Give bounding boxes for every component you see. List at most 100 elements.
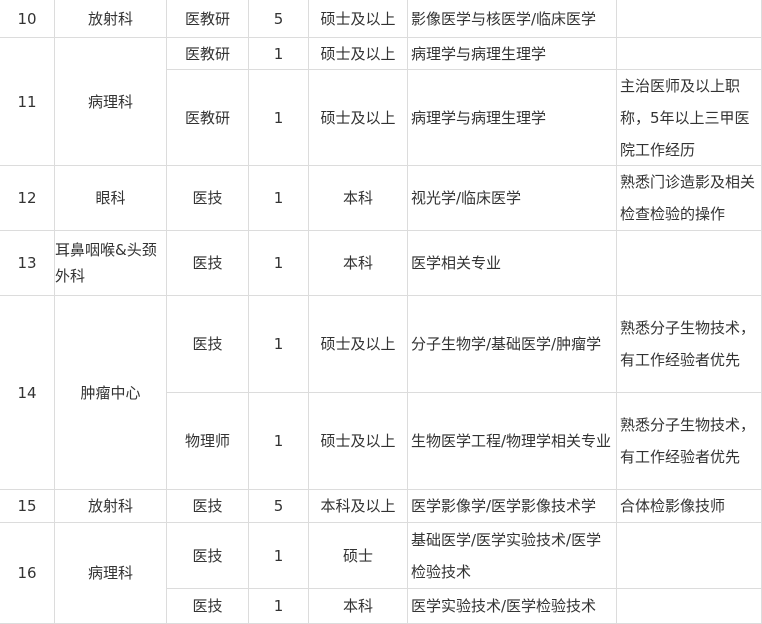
cell-text: 硕士及以上 (320, 44, 396, 63)
cell-text: 1 (273, 254, 284, 272)
cell-dept: 肿瘤中心 (55, 296, 167, 490)
cell-text: 熟悉分子生物技术，有工作经验者优先 (620, 416, 756, 466)
cell-major: 病理学与病理生理学 (408, 70, 617, 166)
cell-text: 硕士及以上 (320, 108, 396, 127)
cell-count: 1 (249, 296, 309, 393)
cell-text: 医技 (192, 335, 223, 353)
cell-position: 医技 (167, 589, 249, 624)
cell-position: 医教研 (167, 38, 249, 70)
cell-text: 基础医学/医学实验技术/医学检验技术 (411, 530, 602, 581)
cell-major: 医学实验技术/医学检验技术 (408, 589, 617, 624)
cell-text: 病理学与病理生理学 (411, 108, 547, 127)
cell-count: 1 (249, 589, 309, 624)
cell-count: 5 (249, 0, 309, 38)
cell-dept: 放射科 (55, 0, 167, 38)
cell-text: 物理师 (184, 432, 230, 450)
cell-text: 医教研 (184, 108, 230, 127)
cell-education: 本科 (309, 231, 408, 296)
cell-text: 生物医学工程/物理学相关专业 (411, 432, 612, 450)
cell-education: 硕士及以上 (309, 296, 408, 393)
cell-text: 5 (273, 497, 284, 515)
cell-text: 1 (273, 189, 284, 207)
cell-text: 主治医师及以上职称，5年以上三甲医院工作经历 (620, 76, 750, 159)
cell-note (617, 523, 762, 589)
cell-note: 主治医师及以上职称，5年以上三甲医院工作经历 (617, 70, 762, 166)
cell-count: 1 (249, 523, 309, 589)
cell-text: 医学实验技术/医学检验技术 (411, 597, 597, 615)
cell-text: 医技 (192, 546, 223, 565)
cell-education: 本科 (309, 166, 408, 231)
cell-text: 医技 (192, 597, 223, 615)
cell-dept: 病理科 (55, 38, 167, 166)
cell-text: 硕士及以上 (320, 9, 396, 28)
cell-count: 1 (249, 166, 309, 231)
cell-no: 12 (0, 166, 55, 231)
cell-position: 医技 (167, 490, 249, 523)
cell-education: 本科及以上 (309, 490, 408, 523)
cell-text: 影像医学与核医学/临床医学 (411, 9, 597, 28)
cell-text: 本科及以上 (320, 497, 396, 515)
cell-count: 1 (249, 38, 309, 70)
cell-education: 硕士及以上 (309, 393, 408, 490)
cell-text: 13 (17, 254, 37, 272)
cell-text: 医教研 (184, 44, 230, 63)
cell-major: 病理学与病理生理学 (408, 38, 617, 70)
cell-text: 医学相关专业 (411, 254, 502, 272)
cell-major: 生物医学工程/物理学相关专业 (408, 393, 617, 490)
cell-dept: 放射科 (55, 490, 167, 523)
cell-position: 医技 (167, 231, 249, 296)
cell-note: 合体检影像技师 (617, 490, 762, 523)
cell-education: 硕士及以上 (309, 0, 408, 38)
cell-text: 16 (17, 564, 37, 582)
cell-text: 硕士及以上 (320, 335, 396, 353)
cell-text: 15 (17, 497, 37, 515)
cell-position: 医技 (167, 296, 249, 393)
cell-count: 1 (249, 393, 309, 490)
cell-text: 10 (17, 9, 37, 28)
cell-position: 医教研 (167, 0, 249, 38)
cell-dept: 眼科 (55, 166, 167, 231)
cell-count: 1 (249, 231, 309, 296)
cell-note (617, 589, 762, 624)
cell-text: 合体检影像技师 (620, 497, 726, 515)
cell-no: 16 (0, 523, 55, 624)
cell-count: 5 (249, 490, 309, 523)
cell-text: 1 (273, 432, 284, 450)
cell-major: 视光学/临床医学 (408, 166, 617, 231)
cell-text: 耳鼻咽喉&头颈外科 (55, 241, 157, 285)
cell-text: 医技 (192, 189, 223, 207)
cell-text: 分子生物学/基础医学/肿瘤学 (411, 335, 602, 353)
cell-major: 医学相关专业 (408, 231, 617, 296)
cell-text: 1 (273, 597, 284, 615)
cell-position: 医技 (167, 166, 249, 231)
cell-major: 医学影像学/医学影像技术学 (408, 490, 617, 523)
cell-text: 病理科 (87, 564, 133, 582)
cell-text: 1 (273, 335, 284, 353)
cell-text: 熟悉门诊造影及相关检查检验的操作 (620, 173, 756, 223)
recruitment-table: 10 放射科 医教研 5 硕士及以上 影像医学与核医学/临床医学 11 病理科 … (0, 0, 762, 624)
cell-no: 14 (0, 296, 55, 490)
cell-note (617, 0, 762, 38)
cell-text: 医教研 (184, 9, 230, 28)
cell-position: 医技 (167, 523, 249, 589)
cell-text: 本科 (342, 254, 373, 272)
cell-education: 硕士及以上 (309, 38, 408, 70)
cell-dept: 病理科 (55, 523, 167, 624)
cell-note: 熟悉门诊造影及相关检查检验的操作 (617, 166, 762, 231)
cell-text: 11 (17, 92, 37, 111)
cell-text: 肿瘤中心 (80, 383, 141, 402)
cell-education: 硕士 (309, 523, 408, 589)
cell-no: 15 (0, 490, 55, 523)
cell-text: 医学影像学/医学影像技术学 (411, 497, 597, 515)
cell-major: 分子生物学/基础医学/肿瘤学 (408, 296, 617, 393)
cell-text: 1 (273, 546, 284, 565)
cell-note (617, 38, 762, 70)
cell-position: 物理师 (167, 393, 249, 490)
cell-text: 放射科 (87, 9, 133, 28)
cell-note (617, 231, 762, 296)
cell-count: 1 (249, 70, 309, 166)
cell-text: 眼科 (95, 189, 126, 207)
cell-text: 硕士及以上 (320, 432, 396, 450)
cell-text: 5 (273, 9, 284, 28)
cell-text: 医技 (192, 497, 223, 515)
